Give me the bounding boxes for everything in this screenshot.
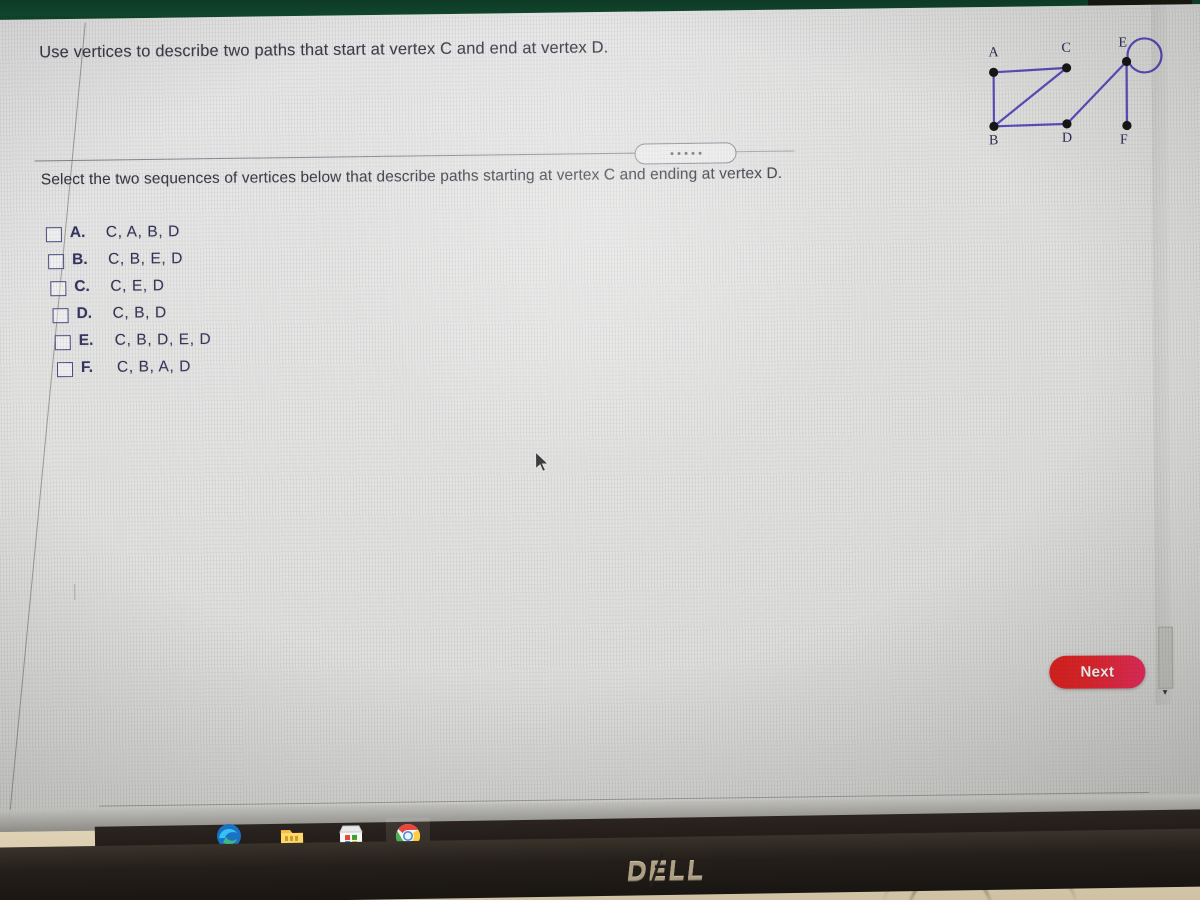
graph-vertex-label-C: C	[1061, 41, 1070, 56]
graph-vertex-C	[1061, 63, 1072, 73]
dot-icon	[698, 151, 702, 155]
dot-icon	[670, 152, 674, 156]
dell-logo: DELL	[625, 855, 708, 887]
choice-text: C, B, D, E, D	[114, 330, 212, 349]
answer-choice-list: A. C, A, B, D B. C, B, E, D C. C, E, D D. C, B,…	[45, 221, 467, 386]
graph-vertex-D	[1062, 119, 1072, 129]
choice-text: C, E, D	[110, 277, 165, 295]
checkbox-icon[interactable]	[50, 281, 67, 297]
choice-text: C, B, A, D	[116, 358, 192, 376]
choice-letter: E.	[78, 331, 94, 350]
graph-edge-DE	[1066, 60, 1128, 125]
choice-letter: A.	[69, 223, 86, 242]
choice-letter: C.	[74, 277, 90, 296]
graph-vertex-label-F: F	[1120, 133, 1128, 148]
answer-choice-c[interactable]: C. C, E, D	[50, 275, 466, 305]
answer-choice-f[interactable]: F. C, B, A, D	[56, 356, 467, 386]
choice-letter: F.	[80, 358, 94, 376]
graph-vertex-E	[1121, 56, 1132, 67]
dot-icon	[677, 151, 681, 156]
graph-svg: A C E B D F	[988, 36, 1163, 148]
divider-line-left	[34, 152, 635, 162]
answer-choice-d[interactable]: D. C, B, D	[52, 302, 466, 332]
vertical-scrollbar-thumb[interactable]	[1157, 626, 1174, 689]
graph-vertex-label-D: D	[1062, 131, 1072, 146]
choice-text: C, B, D	[112, 304, 167, 322]
photo-scene: Use vertices to describe two paths that …	[0, 0, 1200, 900]
checkbox-icon[interactable]	[52, 308, 69, 324]
mouse-cursor-icon	[534, 450, 553, 475]
graph-edge-AC	[993, 66, 1067, 74]
next-button[interactable]: Next	[1049, 655, 1146, 689]
divider-handle[interactable]	[634, 142, 737, 165]
graph-edge-BC	[993, 67, 1068, 128]
graph-figure: A C E B D F	[966, 29, 1177, 148]
answer-choice-b[interactable]: B. C, B, E, D	[48, 248, 466, 278]
graph-edge-BD	[993, 122, 1067, 128]
answer-choice-e[interactable]: E. C, B, D, E, D	[54, 329, 467, 359]
graph-vertex-label-E: E	[1118, 36, 1127, 51]
graph-vertex-label-B: B	[989, 133, 998, 148]
dot-icon	[684, 151, 688, 155]
monitor-screen: Use vertices to describe two paths that …	[0, 3, 1200, 833]
checkbox-icon[interactable]	[48, 254, 65, 270]
scroll-down-arrow-icon[interactable]: ▼	[1158, 685, 1173, 699]
checkbox-icon[interactable]	[54, 335, 71, 351]
checkbox-icon[interactable]	[56, 362, 74, 378]
answer-choice-a[interactable]: A. C, A, B, D	[45, 221, 466, 251]
graph-vertex-B	[989, 121, 999, 131]
choice-text: C, A, B, D	[105, 223, 181, 241]
choice-text: C, B, E, D	[108, 250, 184, 268]
checkbox-icon[interactable]	[45, 227, 62, 243]
dot-icon	[691, 151, 695, 155]
graph-vertex-A	[989, 67, 999, 77]
graph-vertex-label-A: A	[988, 45, 999, 60]
sheet-left-edge	[8, 22, 86, 820]
choice-letter: B.	[72, 250, 88, 269]
graph-vertex-F	[1122, 120, 1132, 131]
sheet-notch	[74, 583, 76, 600]
choice-letter: D.	[76, 304, 93, 323]
